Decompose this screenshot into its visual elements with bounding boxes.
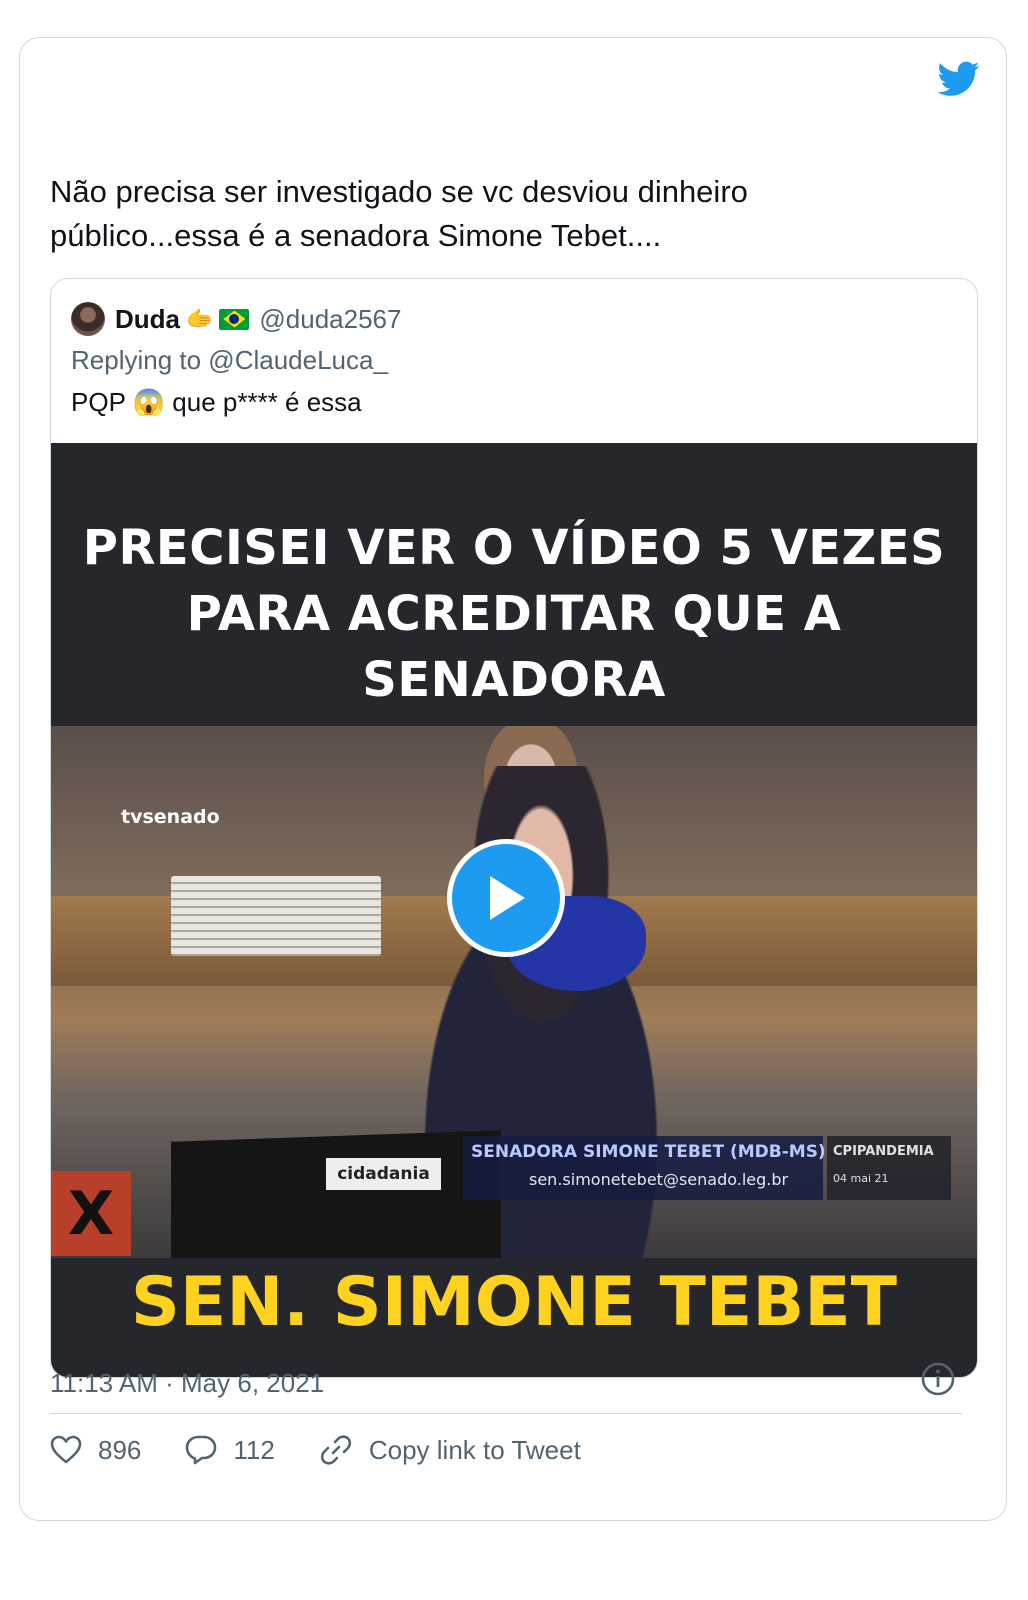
desk-nameplate: cidadania bbox=[326, 1158, 441, 1190]
quoted-tweet-text: PQP 😱 que p**** é essa bbox=[71, 387, 362, 418]
twitter-bird-icon[interactable] bbox=[938, 61, 980, 97]
quoted-tweet-header: Duda 🫱 @duda2567 bbox=[71, 301, 401, 337]
quoted-tweet[interactable]: Duda 🫱 @duda2567 Replying to @ClaudeLuca… bbox=[50, 278, 978, 1378]
play-button[interactable] bbox=[447, 839, 565, 957]
lower-third-email: sen.simonetebet@senado.leg.br bbox=[529, 1170, 789, 1189]
paper-stack bbox=[171, 876, 381, 956]
reply-count: 112 bbox=[233, 1434, 275, 1465]
lower-third: SENADORA SIMONE TEBET (MDB-MS) sen.simon… bbox=[463, 1136, 826, 1200]
video-frame: tvsenado cidadania X SENADORA SIMONE TEB… bbox=[51, 726, 977, 1258]
copy-link-button[interactable]: Copy link to Tweet bbox=[319, 1433, 581, 1467]
tweet-text: Não precisa ser investigado se vc desvio… bbox=[50, 174, 748, 253]
side-date: 04 mai 21 bbox=[833, 1172, 889, 1185]
handshake-icon: 🫱 bbox=[186, 306, 214, 331]
nameplate-text: cidadania bbox=[337, 1164, 430, 1184]
tweet-actions: 896 112 Copy link to Tweet bbox=[50, 1428, 625, 1472]
channel-logo: tvsenado bbox=[121, 806, 220, 828]
link-icon bbox=[320, 1435, 351, 1465]
laptop bbox=[171, 1130, 501, 1258]
author-name-emoji: 🫱 bbox=[186, 306, 213, 332]
divider bbox=[50, 1413, 962, 1414]
tweet-timestamp[interactable]: 11:13 AM · May 6, 2021 bbox=[50, 1368, 324, 1399]
quoted-author-name[interactable]: Duda bbox=[115, 304, 180, 335]
tweet-card: Não precisa ser investigado se vc desvio… bbox=[19, 37, 1007, 1521]
quoted-text-after: que p**** é essa bbox=[172, 387, 362, 417]
screaming-face-icon: 😱 bbox=[132, 387, 166, 417]
reply-bubble-icon bbox=[186, 1435, 217, 1465]
quoted-author-handle[interactable]: @duda2567 bbox=[259, 304, 401, 335]
replying-to[interactable]: Replying to @ClaudeLuca_ bbox=[71, 345, 388, 376]
video-player[interactable]: PRECISEI VER O VÍDEO 5 VEZES PARA ACREDI… bbox=[51, 443, 977, 1377]
play-icon bbox=[490, 876, 525, 920]
lower-third-side: CPIPANDEMIA 04 mai 21 bbox=[827, 1136, 951, 1200]
avatar[interactable] bbox=[71, 302, 105, 336]
info-icon[interactable] bbox=[920, 1361, 956, 1397]
brazil-flag-icon bbox=[219, 308, 250, 330]
lower-third-name: SENADORA SIMONE TEBET (MDB-MS) bbox=[471, 1142, 826, 1162]
reply-button[interactable]: 112 bbox=[185, 1434, 275, 1466]
copy-link-label: Copy link to Tweet bbox=[368, 1434, 581, 1465]
quoted-text-before: PQP bbox=[71, 387, 126, 417]
side-label: CPIPANDEMIA bbox=[833, 1144, 934, 1159]
x-badge: X bbox=[51, 1171, 131, 1256]
like-button[interactable]: 896 bbox=[50, 1435, 141, 1466]
video-bottom-caption: SEN. SIMONE TEBET bbox=[130, 1263, 898, 1342]
like-count: 896 bbox=[98, 1434, 142, 1465]
heart-icon bbox=[50, 1435, 82, 1464]
